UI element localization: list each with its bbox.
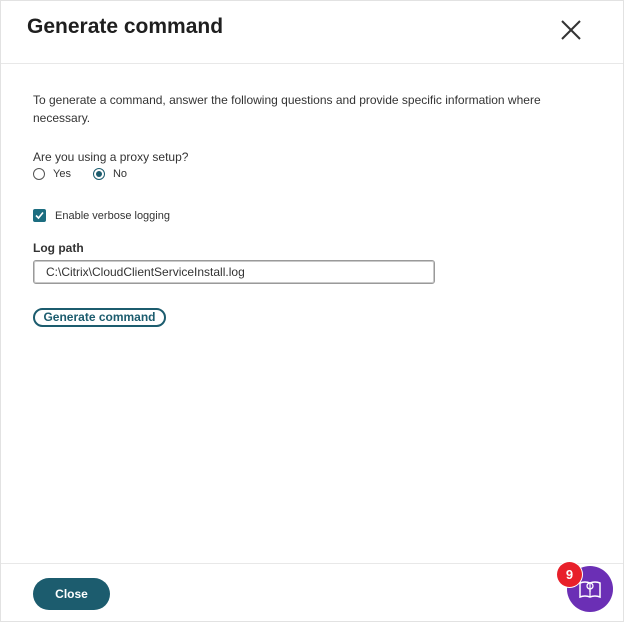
radio-no-label: No <box>112 168 128 180</box>
proxy-option-no[interactable]: No <box>92 168 128 180</box>
generate-command-button[interactable]: Generate command <box>33 308 166 327</box>
proxy-radio-group: Yes No <box>33 168 149 180</box>
close-x-icon[interactable] <box>559 18 583 42</box>
proxy-question: Are you using a proxy setup? <box>33 150 189 164</box>
notification-badge: 9 <box>557 562 582 587</box>
verbose-logging-checkbox[interactable] <box>33 209 46 222</box>
dialog-footer: Close <box>1 563 623 622</box>
log-path-label: Log path <box>33 241 84 255</box>
checkmark-icon <box>35 211 44 220</box>
proxy-option-yes[interactable]: Yes <box>33 168 71 180</box>
radio-no[interactable] <box>92 168 105 180</box>
radio-yes-label: Yes <box>53 168 71 180</box>
verbose-logging-row: Enable verbose logging <box>33 209 170 222</box>
dialog-header: Generate command <box>1 1 623 64</box>
generate-command-dialog: Generate command To generate a command, … <box>0 0 624 622</box>
book-lightbulb-icon <box>579 581 601 599</box>
dialog-title: Generate command <box>27 15 224 38</box>
verbose-logging-label: Enable verbose logging <box>55 209 170 222</box>
radio-yes[interactable] <box>33 168 45 180</box>
log-path-input[interactable] <box>33 260 435 284</box>
intro-text: To generate a command, answer the follow… <box>33 93 541 125</box>
close-button[interactable]: Close <box>33 578 110 610</box>
dialog-body: To generate a command, answer the follow… <box>33 91 593 327</box>
